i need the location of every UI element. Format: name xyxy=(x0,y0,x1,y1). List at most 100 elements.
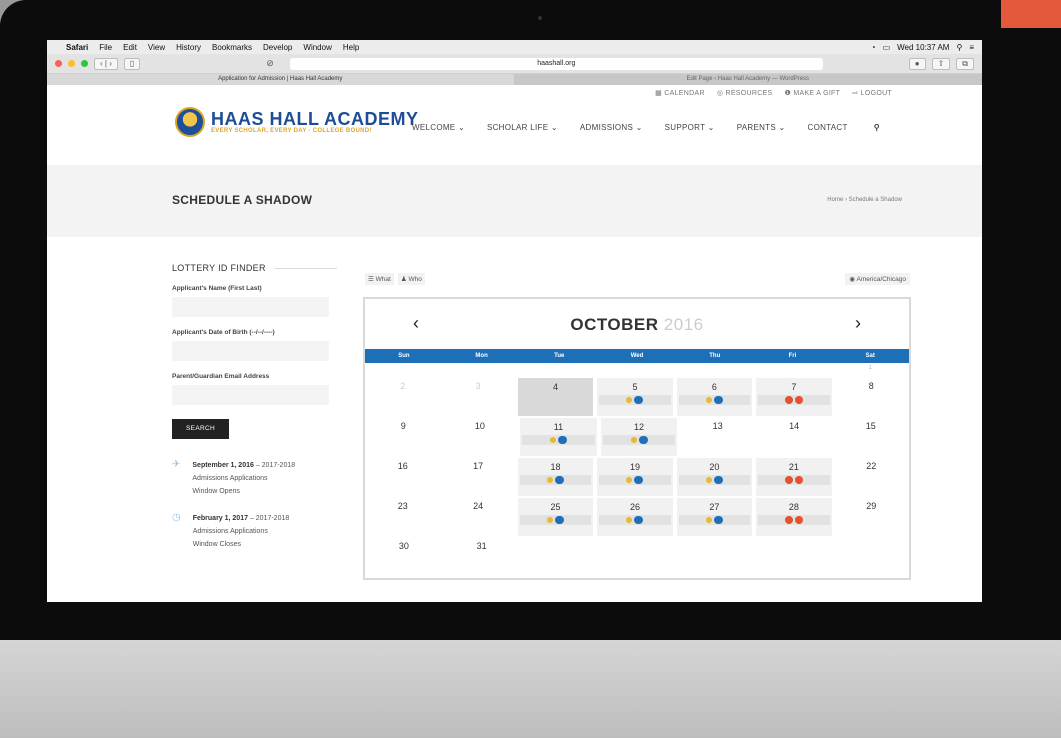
calendar-day[interactable]: 5 xyxy=(597,378,673,416)
name-input[interactable] xyxy=(172,297,329,317)
calendar-day[interactable]: 23 xyxy=(365,497,440,537)
menu-file[interactable]: File xyxy=(99,43,112,52)
calendar-day[interactable]: 11 xyxy=(520,418,597,456)
calendar-day[interactable]: 22 xyxy=(834,457,909,497)
calendar-day[interactable]: 8 xyxy=(834,377,909,417)
next-month-button[interactable]: › xyxy=(855,313,861,334)
calendar-day[interactable]: 31 xyxy=(443,537,521,577)
share-icon[interactable]: ⇧ xyxy=(931,57,951,70)
full-slot-icon[interactable] xyxy=(794,516,803,524)
calendar-day[interactable]: 29 xyxy=(834,497,909,537)
breadcrumb[interactable]: Home › Schedule a Shadow xyxy=(827,197,902,203)
site-logo[interactable]: HAAS HALL ACADEMY EVERY SCHOLAR, EVERY D… xyxy=(175,107,419,137)
sidebar-toggle-icon[interactable]: ▯ xyxy=(123,57,141,70)
info-dot-icon[interactable] xyxy=(549,437,556,443)
availability-markers[interactable] xyxy=(758,395,830,405)
back-forward-buttons[interactable]: ‹ | › xyxy=(94,57,118,70)
battery-icon[interactable]: ▭ xyxy=(883,43,891,52)
info-dot-icon[interactable] xyxy=(626,517,633,523)
open-slot-icon[interactable] xyxy=(557,436,567,444)
calendar-day[interactable]: 13 xyxy=(679,417,756,457)
calendar-day[interactable]: 2 xyxy=(365,377,440,417)
menu-window[interactable]: Window xyxy=(303,43,331,52)
info-dot-icon[interactable] xyxy=(705,477,712,483)
menu-bookmarks[interactable]: Bookmarks xyxy=(212,43,252,52)
info-dot-icon[interactable] xyxy=(705,517,712,523)
open-slot-icon[interactable] xyxy=(638,436,648,444)
calendar-day[interactable]: 20 xyxy=(676,458,753,496)
calendar-day[interactable]: 14 xyxy=(756,417,833,457)
nav-admissions[interactable]: ADMISSIONS ⌄ xyxy=(580,123,643,132)
extension-icon[interactable]: ● xyxy=(908,57,926,70)
nav-contact[interactable]: CONTACT xyxy=(808,123,848,132)
availability-markers[interactable] xyxy=(678,515,751,525)
availability-markers[interactable] xyxy=(599,475,671,485)
info-dot-icon[interactable] xyxy=(705,397,712,403)
spotlight-icon[interactable]: ⚲ xyxy=(956,43,962,52)
calendar-day[interactable]: 28 xyxy=(756,498,832,536)
open-slot-icon[interactable] xyxy=(634,476,644,484)
availability-markers[interactable] xyxy=(758,515,830,525)
info-dot-icon[interactable] xyxy=(630,437,637,443)
menu-view[interactable]: View xyxy=(148,43,165,52)
clock[interactable]: Wed 10:37 AM xyxy=(897,43,949,52)
calendar-day[interactable]: 12 xyxy=(600,418,678,456)
full-slot-icon[interactable] xyxy=(784,476,793,484)
info-dot-icon[interactable] xyxy=(547,477,554,483)
close-window-button[interactable] xyxy=(55,60,62,67)
resources-link[interactable]: ◎ RESOURCES xyxy=(717,89,773,97)
calendar-day[interactable]: 16 xyxy=(365,457,440,497)
availability-markers[interactable] xyxy=(758,475,830,485)
privacy-icon[interactable]: ⊘ xyxy=(266,58,274,69)
calendar-day[interactable]: 27 xyxy=(676,498,753,536)
menu-list-icon[interactable]: ≡ xyxy=(969,43,974,52)
dob-input[interactable] xyxy=(172,341,329,361)
calendar-day[interactable]: 24 xyxy=(440,497,515,537)
full-slot-icon[interactable] xyxy=(784,396,793,404)
menu-history[interactable]: History xyxy=(176,43,201,52)
tab-application[interactable]: Application for Admission | Haas Hall Ac… xyxy=(47,74,515,85)
address-bar[interactable]: haashall.org xyxy=(289,57,823,70)
calendar-link[interactable]: ▦ CALENDAR xyxy=(655,89,705,97)
calendar-day[interactable]: 21 xyxy=(756,458,832,496)
info-dot-icon[interactable] xyxy=(626,397,633,403)
info-dot-icon[interactable] xyxy=(626,477,633,483)
calendar-day[interactable]: 19 xyxy=(597,458,673,496)
availability-markers[interactable] xyxy=(678,475,751,485)
tabs-icon[interactable]: ⧉ xyxy=(956,57,974,70)
wifi-icon[interactable]: ◔ xyxy=(871,43,876,52)
minimize-window-button[interactable] xyxy=(68,60,75,67)
logout-link[interactable]: ⇨ LOGOUT xyxy=(852,89,892,97)
nav-welcome[interactable]: WELCOME ⌄ xyxy=(412,123,465,132)
filter-what-button[interactable]: ☰ What xyxy=(365,273,394,285)
calendar-day[interactable]: 18 xyxy=(517,458,594,496)
make-a-gift-link[interactable]: ❶ MAKE A GIFT xyxy=(785,89,841,97)
availability-markers[interactable] xyxy=(599,515,671,525)
timezone-button[interactable]: ◉ America/Chicago xyxy=(845,273,910,285)
nav-parents[interactable]: PARENTS ⌄ xyxy=(737,123,786,132)
open-slot-icon[interactable] xyxy=(634,516,644,524)
availability-markers[interactable] xyxy=(678,395,751,405)
availability-markers[interactable] xyxy=(519,515,592,525)
calendar-day[interactable]: 7 xyxy=(756,378,832,416)
availability-markers[interactable] xyxy=(602,435,676,445)
menu-develop[interactable]: Develop xyxy=(263,43,292,52)
menu-edit[interactable]: Edit xyxy=(123,43,137,52)
nav-scholar-life[interactable]: SCHOLAR LIFE ⌄ xyxy=(487,123,558,132)
zoom-window-button[interactable] xyxy=(81,60,88,67)
full-slot-icon[interactable] xyxy=(794,396,803,404)
search-button[interactable]: SEARCH xyxy=(172,419,229,439)
open-slot-icon[interactable] xyxy=(555,516,565,524)
nav-support[interactable]: SUPPORT ⌄ xyxy=(665,123,715,132)
menu-help[interactable]: Help xyxy=(343,43,359,52)
availability-markers[interactable] xyxy=(599,395,671,405)
full-slot-icon[interactable] xyxy=(794,476,803,484)
calendar-day[interactable]: 1 xyxy=(831,363,909,377)
calendar-day[interactable]: 26 xyxy=(597,498,673,536)
calendar-day[interactable]: 30 xyxy=(365,537,443,577)
full-slot-icon[interactable] xyxy=(784,516,793,524)
info-dot-icon[interactable] xyxy=(547,517,554,523)
calendar-day[interactable]: 6 xyxy=(676,378,753,416)
filter-who-button[interactable]: ♟ Who xyxy=(397,273,425,285)
calendar-day[interactable]: 15 xyxy=(832,417,909,457)
